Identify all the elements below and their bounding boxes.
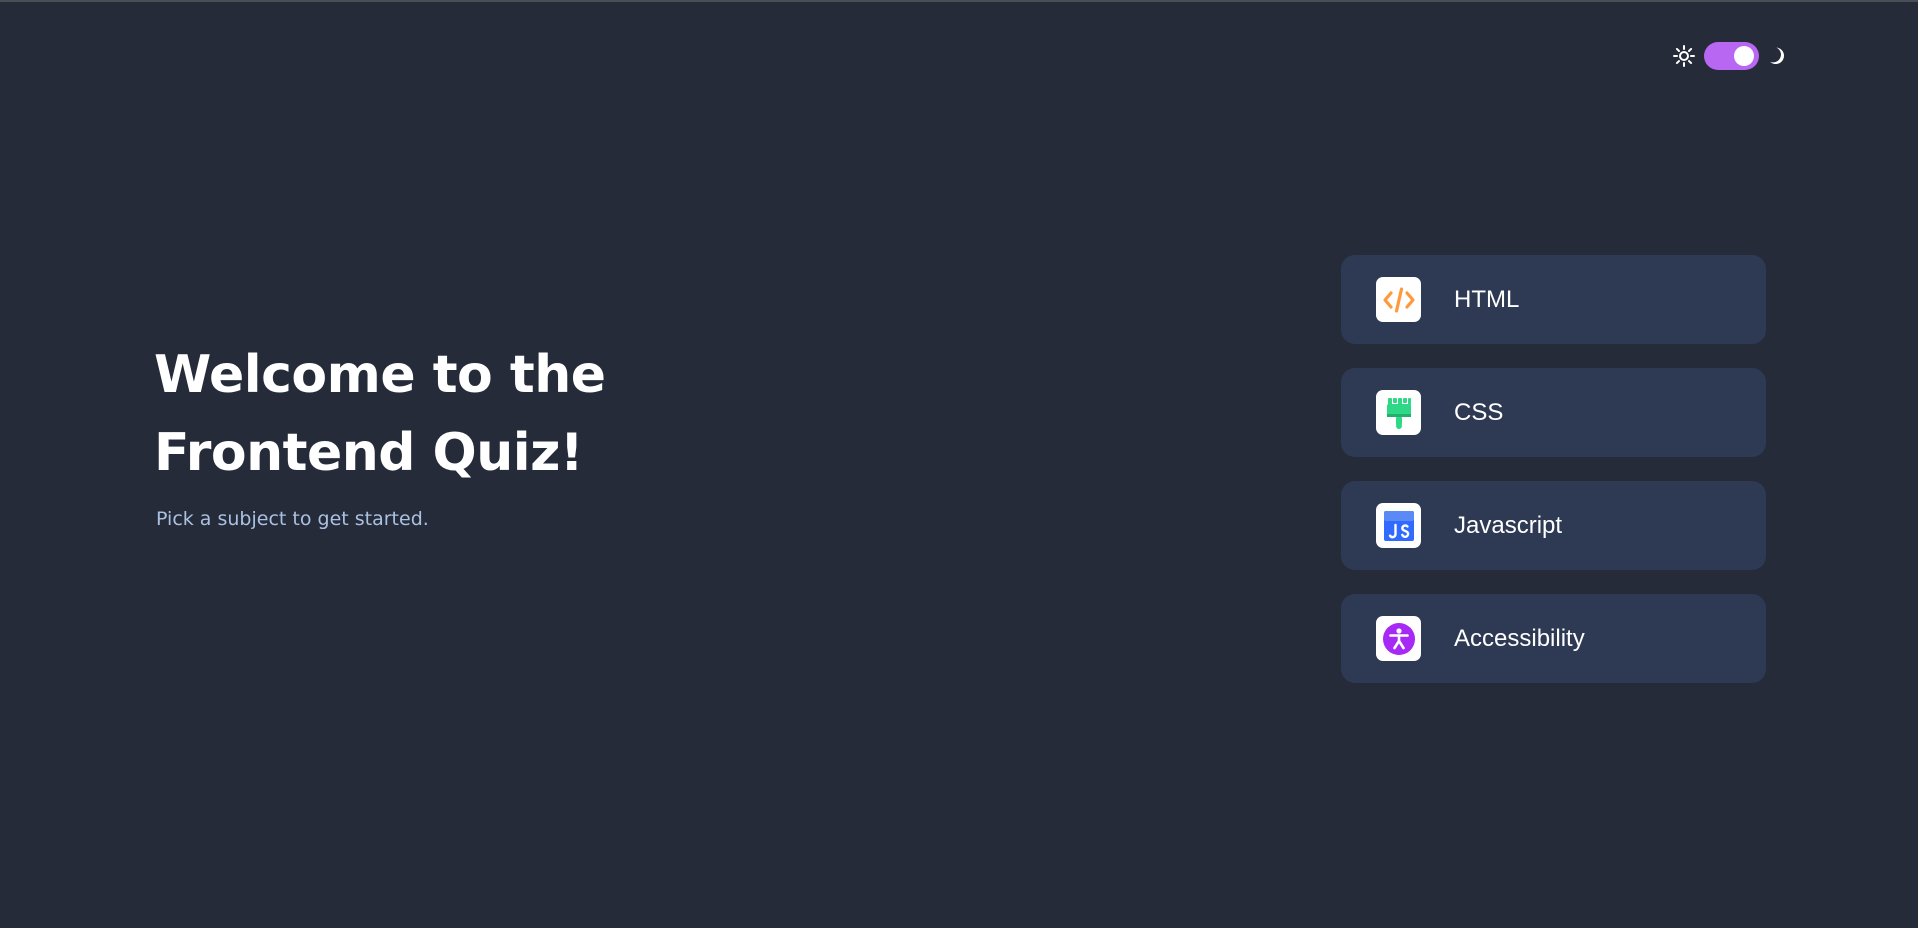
subject-button-css[interactable]: CSS bbox=[1341, 368, 1766, 457]
subject-button-javascript[interactable]: Javascript bbox=[1341, 481, 1766, 570]
subject-list: HTML CSS Javascript Accessibility bbox=[1341, 255, 1766, 707]
accessibility-icon bbox=[1382, 622, 1415, 655]
theme-toggle bbox=[1672, 42, 1787, 70]
subject-button-html[interactable]: HTML bbox=[1341, 255, 1766, 344]
subject-button-accessibility[interactable]: Accessibility bbox=[1341, 594, 1766, 683]
page-title-line1: Welcome to the bbox=[154, 345, 606, 405]
page-title: Welcome to the Frontend Quiz! bbox=[154, 336, 606, 492]
css-tile bbox=[1376, 390, 1421, 435]
page-title-line2: Frontend Quiz! bbox=[154, 423, 584, 483]
page-subtitle: Pick a subject to get started. bbox=[156, 508, 429, 530]
window-top-border bbox=[0, 0, 1918, 2]
moon-icon bbox=[1770, 47, 1784, 65]
subject-label-css: CSS bbox=[1454, 398, 1504, 426]
theme-switch-knob bbox=[1734, 46, 1754, 66]
html-tile bbox=[1376, 277, 1421, 322]
html-code-icon bbox=[1382, 286, 1415, 313]
sun-icon bbox=[1673, 45, 1695, 67]
css-paintbrush-icon bbox=[1386, 397, 1411, 429]
subject-label-html: HTML bbox=[1454, 285, 1520, 313]
subject-label-javascript: Javascript bbox=[1454, 511, 1563, 539]
theme-switch[interactable] bbox=[1704, 42, 1759, 70]
javascript-icon bbox=[1383, 510, 1414, 541]
subject-label-accessibility: Accessibility bbox=[1454, 624, 1585, 652]
javascript-tile bbox=[1376, 503, 1421, 548]
accessibility-tile bbox=[1376, 616, 1421, 661]
